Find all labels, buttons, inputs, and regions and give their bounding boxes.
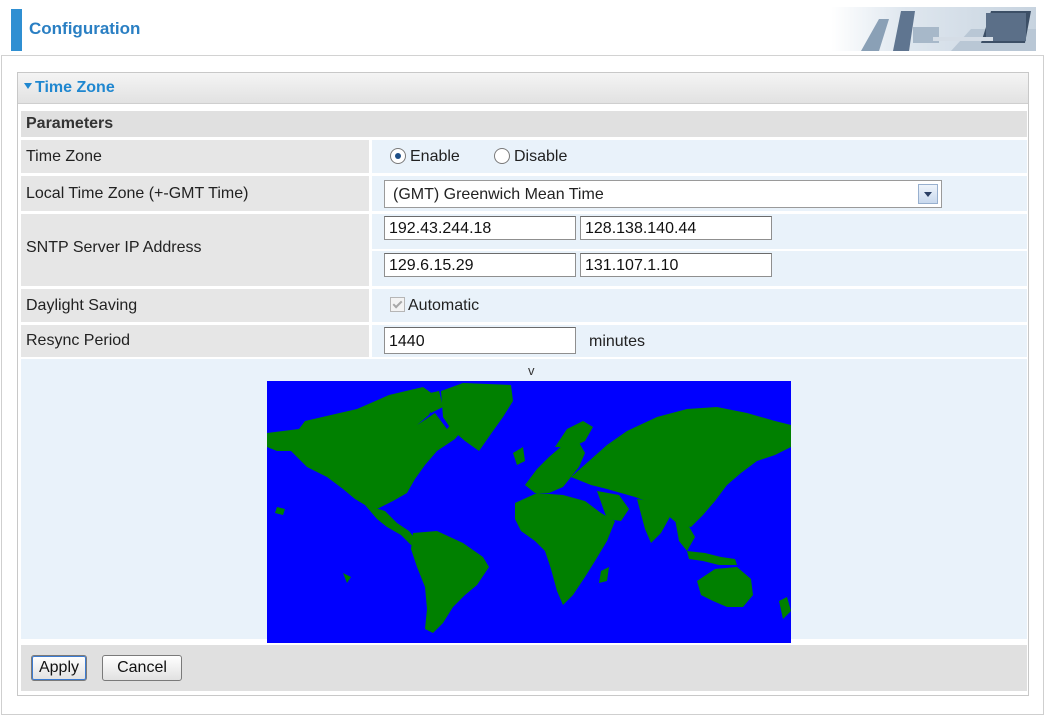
sntp-server-1-input[interactable]: 192.43.244.18 bbox=[384, 216, 576, 240]
sntp-label: SNTP Server IP Address bbox=[26, 239, 202, 256]
page-header: Configuration bbox=[1, 1, 1044, 56]
panel-title[interactable]: Time Zone bbox=[24, 79, 115, 97]
local-time-zone-label: Local Time Zone (+-GMT Time) bbox=[26, 185, 249, 202]
local-time-zone-row: Local Time Zone (+-GMT Time) (GMT) Green… bbox=[21, 176, 1027, 211]
chevron-down-icon[interactable] bbox=[918, 184, 938, 204]
resync-value-cell: 1440 minutes bbox=[372, 325, 1027, 357]
time-zone-label-cell: Time Zone bbox=[21, 140, 369, 173]
cancel-button[interactable]: Cancel bbox=[102, 655, 182, 681]
panel-header[interactable]: Time Zone bbox=[18, 73, 1028, 104]
disable-radio-group[interactable]: Disable bbox=[494, 147, 567, 166]
apply-button[interactable]: Apply bbox=[31, 655, 87, 681]
time-zone-row: Time Zone Enable Disable bbox=[21, 140, 1027, 173]
office-desk-photo bbox=[831, 7, 1036, 51]
local-time-zone-label-cell: Local Time Zone (+-GMT Time) bbox=[21, 176, 369, 211]
time-zone-panel: Time Zone Parameters Time Zone Enable Di… bbox=[17, 72, 1029, 696]
daylight-saving-label: Daylight Saving bbox=[26, 297, 138, 314]
resync-row: Resync Period 1440 minutes bbox=[21, 325, 1027, 357]
enable-radio-label[interactable]: Enable bbox=[410, 148, 460, 165]
time-zone-label: Time Zone bbox=[26, 148, 102, 165]
automatic-checkbox-group[interactable]: Automatic bbox=[390, 297, 479, 315]
resync-unit-label: minutes bbox=[589, 333, 646, 350]
page-title: Configuration bbox=[29, 19, 141, 38]
sntp-server-3-input[interactable]: 129.6.15.29 bbox=[384, 253, 576, 277]
daylight-saving-row: Daylight Saving Automatic bbox=[21, 289, 1027, 322]
sntp-label-cell: SNTP Server IP Address bbox=[21, 214, 369, 286]
daylight-saving-value-cell: Automatic bbox=[372, 289, 1027, 322]
sntp-server-4-input[interactable]: 131.107.1.10 bbox=[580, 253, 772, 277]
daylight-saving-label-cell: Daylight Saving bbox=[21, 289, 369, 322]
resync-label: Resync Period bbox=[26, 332, 131, 349]
parameters-section-header: Parameters bbox=[21, 111, 1027, 137]
enable-radio-group[interactable]: Enable bbox=[390, 147, 460, 166]
panel-title-label: Time Zone bbox=[35, 79, 115, 96]
time-zone-marker: v bbox=[528, 363, 535, 378]
sntp-value-cell: 192.43.244.18 128.138.140.44 129.6.15.29… bbox=[372, 214, 1027, 286]
automatic-checkbox-label[interactable]: Automatic bbox=[408, 297, 479, 314]
resync-period-input[interactable]: 1440 bbox=[384, 327, 576, 354]
button-bar: Apply Cancel bbox=[21, 645, 1027, 691]
world-map[interactable] bbox=[267, 381, 791, 643]
header-accent-bar bbox=[11, 9, 22, 51]
disable-radio-label[interactable]: Disable bbox=[514, 148, 567, 165]
triangle-down-icon bbox=[24, 82, 32, 89]
enable-radio[interactable] bbox=[390, 147, 406, 164]
sntp-row: SNTP Server IP Address 192.43.244.18 128… bbox=[21, 214, 1027, 286]
resync-label-cell: Resync Period bbox=[21, 325, 369, 357]
local-time-zone-value-cell: (GMT) Greenwich Mean Time bbox=[372, 176, 1027, 211]
disable-radio[interactable] bbox=[494, 147, 510, 164]
sntp-server-2-input[interactable]: 128.138.140.44 bbox=[580, 216, 772, 240]
time-zone-value-cell: Enable Disable bbox=[372, 140, 1027, 173]
world-map-row: v bbox=[21, 359, 1027, 643]
time-zone-select[interactable]: (GMT) Greenwich Mean Time bbox=[384, 180, 942, 208]
parameters-label: Parameters bbox=[26, 115, 114, 132]
time-zone-select-value: (GMT) Greenwich Mean Time bbox=[393, 186, 604, 203]
automatic-checkbox[interactable] bbox=[390, 297, 405, 313]
